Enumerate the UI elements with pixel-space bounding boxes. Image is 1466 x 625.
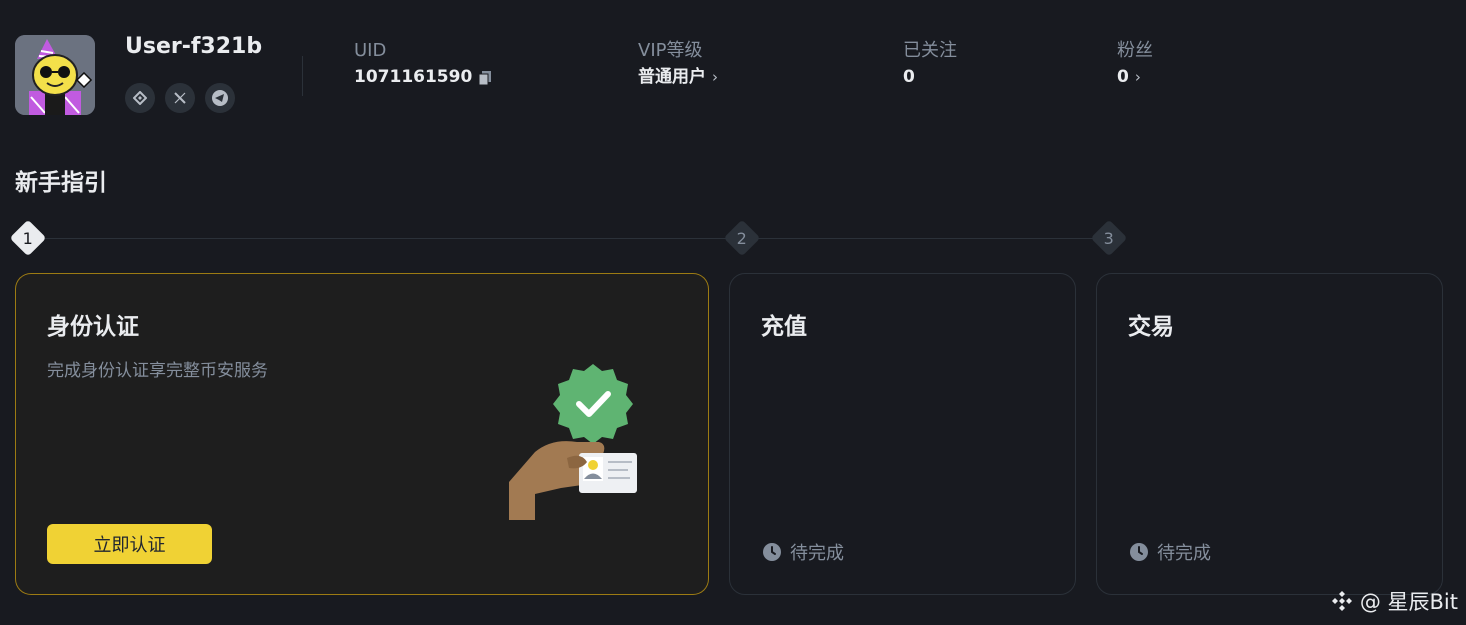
step-connector xyxy=(756,238,1099,239)
verify-now-button[interactable]: 立即认证 xyxy=(47,524,212,564)
step-marker-2: 2 xyxy=(723,219,761,257)
chevron-right-icon: › xyxy=(712,68,718,86)
copy-icon[interactable] xyxy=(478,70,492,86)
pending-status: 待完成 xyxy=(1129,539,1211,565)
step-number: 3 xyxy=(1103,228,1115,248)
watermark-text: @ 星辰Bit xyxy=(1359,590,1458,614)
followers-value: 0 xyxy=(1117,67,1129,87)
card-title: 充值 xyxy=(761,314,807,340)
telegram-icon[interactable] xyxy=(205,83,235,113)
card-description: 完成身份认证享完整币安服务 xyxy=(47,361,268,381)
card-title: 身份认证 xyxy=(47,314,139,340)
vip-value: 普通用户 xyxy=(638,67,706,87)
step-marker-1: 1 xyxy=(9,219,47,257)
uid-label: UID xyxy=(354,40,387,61)
social-links xyxy=(125,83,235,113)
step-connector xyxy=(40,238,733,239)
step-number: 1 xyxy=(22,228,34,248)
chevron-right-icon: › xyxy=(1134,68,1141,86)
following-stat: 已关注 0 xyxy=(903,40,957,88)
pending-status: 待完成 xyxy=(762,539,844,565)
x-icon[interactable] xyxy=(165,83,195,113)
binance-logo-icon xyxy=(1331,591,1352,611)
header-divider xyxy=(302,56,303,96)
following-label: 已关注 xyxy=(903,40,957,61)
uid-stat: UID 1071161590 xyxy=(354,40,492,88)
status-text: 待完成 xyxy=(790,543,844,564)
avatar[interactable] xyxy=(15,35,95,115)
status-text: 待完成 xyxy=(1157,543,1211,564)
step-marker-3: 3 xyxy=(1090,219,1128,257)
vip-label: VIP等级 xyxy=(638,40,703,61)
binance-icon[interactable] xyxy=(125,83,155,113)
user-dashboard: User-f321b UID 1071161590 VIP等级 普通用户 › 已… xyxy=(0,0,1466,625)
clock-icon xyxy=(763,543,781,561)
watermark: @ 星辰Bit xyxy=(1330,586,1458,616)
section-title: 新手指引 xyxy=(15,170,107,196)
clock-icon xyxy=(1130,543,1148,561)
avatar-image xyxy=(15,35,95,115)
id-card-illustration xyxy=(509,364,637,520)
trade-card: 交易 待完成 xyxy=(1096,273,1443,595)
uid-value: 1071161590 xyxy=(354,67,473,87)
followers-label: 粉丝 xyxy=(1117,40,1153,61)
deposit-card: 充值 待完成 xyxy=(729,273,1076,595)
vip-stat[interactable]: VIP等级 普通用户 › xyxy=(638,40,718,88)
username: User-f321b xyxy=(125,34,263,59)
following-value: 0 xyxy=(903,67,915,87)
card-title: 交易 xyxy=(1128,314,1174,340)
step-number: 2 xyxy=(736,228,748,248)
followers-stat[interactable]: 粉丝 0 › xyxy=(1117,40,1153,88)
identity-verification-card: 身份认证 完成身份认证享完整币安服务 立即认证 xyxy=(15,273,709,595)
